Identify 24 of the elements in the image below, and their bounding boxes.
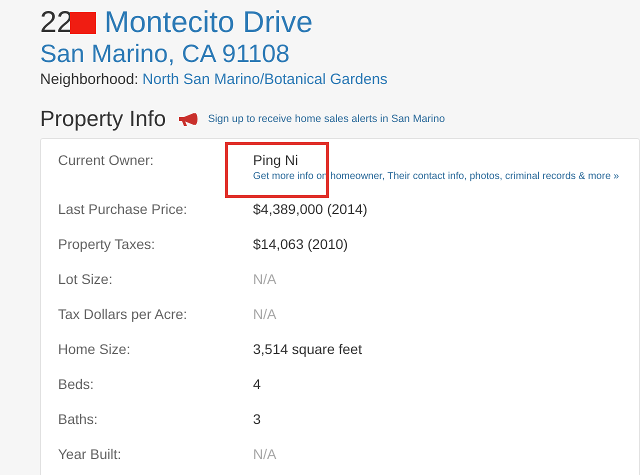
alert-signup-link[interactable]: Sign up to receive home sales alerts in San Marino xyxy=(208,113,445,125)
field-value: 3,514 square feet xyxy=(253,340,363,358)
field-label: Home Size: xyxy=(58,340,132,358)
city-line: San Marino, CA 91108 xyxy=(40,40,291,68)
field-value: 3 xyxy=(253,410,262,428)
field-value: N/A xyxy=(253,305,278,323)
field-value: N/A xyxy=(253,270,278,288)
section-title: Property Info xyxy=(40,106,166,132)
neighborhood-label: Neighborhood: xyxy=(40,71,138,88)
field-label: Tax Dollars per Acre: xyxy=(58,305,188,323)
street-name: Montecito Drive xyxy=(104,6,313,40)
field-value: $14,063 (2010) xyxy=(253,235,349,253)
field-value: 4 xyxy=(253,375,262,393)
field-label: Baths: xyxy=(58,410,99,428)
field-label: Beds: xyxy=(58,375,95,393)
field-value: Ping Ni xyxy=(253,151,300,169)
field-value: $4,389,000 (2014) xyxy=(253,200,368,218)
field-label: Lot Size: xyxy=(58,270,114,288)
field-label: Last Purchase Price: xyxy=(58,200,188,218)
neighborhood-link[interactable]: North San Marino/Botanical Gardens xyxy=(142,71,388,88)
field-label: Year Built: xyxy=(58,445,122,463)
field-label: Current Owner: xyxy=(58,151,155,169)
field-value: N/A xyxy=(253,445,278,463)
field-label: Property Taxes: xyxy=(58,235,156,253)
